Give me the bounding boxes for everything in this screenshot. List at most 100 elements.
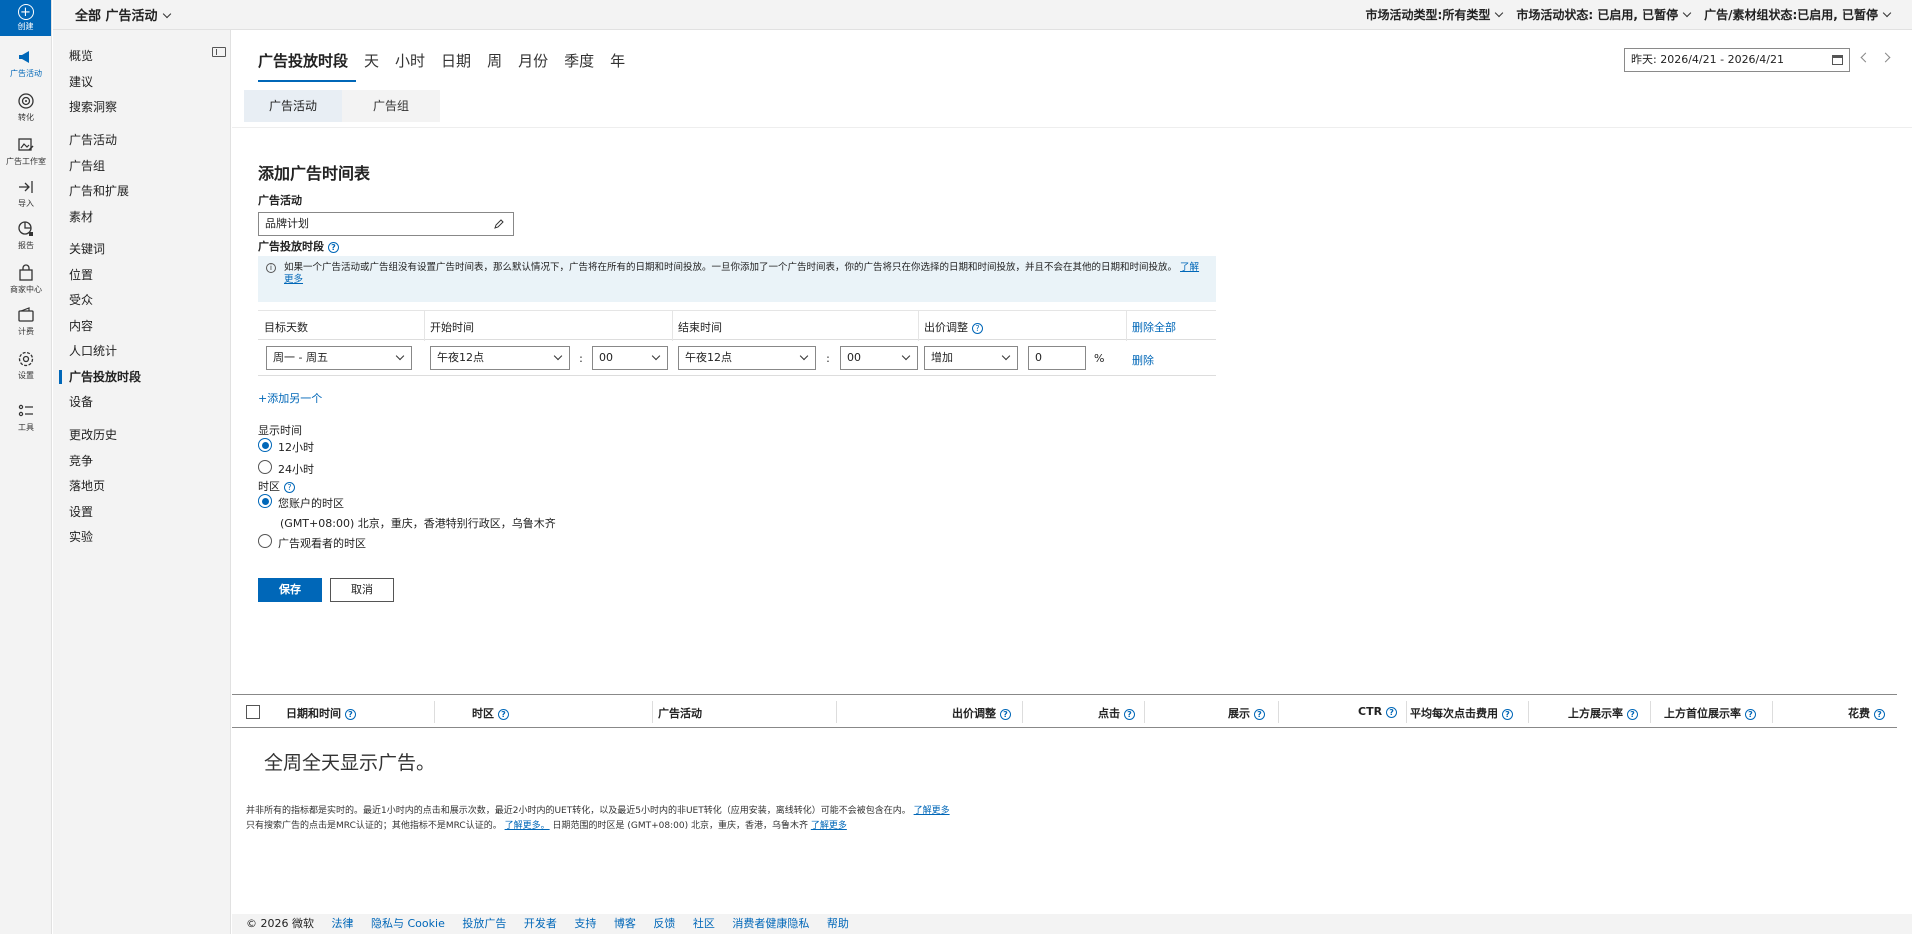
- save-button[interactable]: 保存: [258, 578, 322, 602]
- date-range-picker[interactable]: 昨天: 2026/4/21 - 2026/4/21: [1624, 48, 1850, 72]
- nav-item-ad-groups[interactable]: 广告组: [69, 156, 105, 176]
- footer-link-feedback[interactable]: 反馈: [653, 917, 675, 930]
- nav-item-content[interactable]: 内容: [69, 316, 93, 336]
- footer-link-developers[interactable]: 开发者: [524, 917, 557, 930]
- footer-link-health-privacy[interactable]: 消费者健康隐私: [732, 917, 809, 930]
- tab-month[interactable]: 月份: [510, 50, 556, 82]
- nav-item-demographics[interactable]: 人口统计: [69, 341, 117, 361]
- delete-row-link[interactable]: 删除: [1132, 352, 1154, 368]
- help-icon[interactable]: ?: [1627, 708, 1638, 720]
- delete-all-link[interactable]: 删除全部: [1132, 319, 1176, 335]
- radio-12h[interactable]: [258, 438, 272, 452]
- learn-more-link[interactable]: 了解更多: [914, 806, 950, 816]
- end-hour-select[interactable]: 午夜12点: [678, 346, 816, 370]
- end-minute-select[interactable]: 00: [840, 346, 918, 370]
- nav-item-competition[interactable]: 竞争: [69, 451, 93, 471]
- nav-item-keywords[interactable]: 关键词: [69, 239, 105, 259]
- radio-viewer-timezone[interactable]: [258, 534, 272, 548]
- filter-campaign-type[interactable]: 市场活动类型:所有类型: [1366, 6, 1504, 23]
- nav-item-landing-pages[interactable]: 落地页: [69, 476, 105, 496]
- rail-item-billing[interactable]: 计费: [0, 306, 52, 337]
- chevron-down-icon: [799, 351, 809, 361]
- footer-link-help[interactable]: 帮助: [827, 917, 849, 930]
- filter-adgroup-status[interactable]: 广告/素材组状态:已启用, 已暂停: [1704, 6, 1892, 23]
- tab-date[interactable]: 日期: [433, 50, 479, 82]
- footer-link-community[interactable]: 社区: [693, 917, 715, 930]
- nav-item-audiences[interactable]: 受众: [69, 290, 93, 310]
- campaign-field[interactable]: 品牌计划: [258, 212, 514, 236]
- nav-item-assets[interactable]: 素材: [69, 207, 93, 227]
- tab-day[interactable]: 天: [356, 50, 387, 82]
- nav-item-experiments[interactable]: 实验: [69, 527, 93, 547]
- help-icon[interactable]: ?: [345, 708, 356, 720]
- nav-item-devices[interactable]: 设备: [69, 392, 93, 412]
- filter-campaign-status[interactable]: 市场活动状态: 已启用, 已暂停: [1516, 6, 1692, 23]
- add-another-link[interactable]: +添加另一个: [258, 390, 322, 406]
- account-scope-selector[interactable]: 全部 广告活动: [75, 5, 171, 24]
- nav-item-overview[interactable]: 概览: [69, 46, 93, 66]
- footer-link-blog[interactable]: 博客: [614, 917, 636, 930]
- rail-item-campaigns[interactable]: 广告活动: [0, 48, 52, 79]
- start-minute-select[interactable]: 00: [592, 346, 668, 370]
- nav-item-ad-schedule[interactable]: 广告投放时段: [69, 367, 141, 387]
- rail-item-tools[interactable]: 工具: [0, 402, 52, 433]
- help-icon[interactable]: ?: [1254, 708, 1265, 720]
- help-icon[interactable]: ?: [1874, 708, 1885, 720]
- rail-item-merchant-center[interactable]: 商家中心: [0, 264, 52, 295]
- previous-period-icon[interactable]: [1860, 52, 1871, 63]
- help-icon[interactable]: ?: [1124, 708, 1135, 720]
- tab-quarter[interactable]: 季度: [556, 50, 602, 82]
- rail-item-conversions[interactable]: 转化: [0, 92, 52, 123]
- filter-bar: 市场活动类型:所有类型 市场活动状态: 已启用, 已暂停 广告/素材组状态:已启…: [1366, 6, 1892, 23]
- footer-link-advertise[interactable]: 投放广告: [462, 917, 506, 930]
- column-divider: [1772, 701, 1773, 723]
- footer-link-privacy[interactable]: 隐私与 Cookie: [371, 917, 445, 930]
- nav-item-ads-extensions[interactable]: 广告和扩展: [69, 181, 129, 201]
- adjust-type-select[interactable]: 增加: [924, 346, 1018, 370]
- rail-item-reports[interactable]: 报告: [0, 220, 52, 251]
- target-days-select[interactable]: 周一 - 周五: [266, 346, 412, 370]
- target-icon: [18, 93, 34, 109]
- help-icon[interactable]: ?: [1745, 708, 1756, 720]
- mrc-footnote: 只有搜索广告的点击是MRC认证的；其他指标不是MRC认证的。 了解更多。 日期范…: [246, 818, 847, 831]
- learn-more-link[interactable]: 了解更多。: [505, 821, 550, 831]
- rail-item-ad-studio[interactable]: 广告工作室: [0, 136, 52, 167]
- account-timezone-detail: (GMT+08:00) 北京，重庆，香港特别行政区，乌鲁木齐: [280, 517, 556, 530]
- create-button[interactable]: + 创建: [0, 0, 51, 36]
- help-icon[interactable]: ?: [1000, 708, 1011, 720]
- nav-item-settings[interactable]: 设置: [69, 502, 93, 522]
- help-icon[interactable]: ?: [284, 481, 295, 493]
- nav-item-search-insights[interactable]: 搜索洞察: [69, 97, 117, 117]
- tab-week[interactable]: 周: [479, 50, 510, 82]
- copyright: © 2026 微软: [246, 917, 314, 930]
- pencil-icon[interactable]: [493, 218, 505, 230]
- nav-item-campaigns[interactable]: 广告活动: [69, 130, 117, 150]
- nav-item-change-history[interactable]: 更改历史: [69, 425, 117, 445]
- tab-hour[interactable]: 小时: [387, 50, 433, 82]
- nav-item-recommendations[interactable]: 建议: [69, 72, 93, 92]
- help-icon[interactable]: ?: [1386, 706, 1398, 718]
- select-all-checkbox[interactable]: [246, 705, 260, 719]
- column-label: 平均每次点击费用: [1410, 707, 1498, 720]
- radio-account-timezone[interactable]: [258, 494, 272, 508]
- footer-link-support[interactable]: 支持: [574, 917, 596, 930]
- rail-item-settings[interactable]: 设置: [0, 350, 52, 381]
- tab-ad-schedule[interactable]: 广告投放时段: [258, 50, 357, 82]
- collapse-panel-icon[interactable]: [212, 47, 226, 57]
- subtab-ad-groups[interactable]: 广告组: [342, 90, 440, 122]
- help-icon[interactable]: ?: [972, 322, 983, 334]
- start-hour-select[interactable]: 午夜12点: [430, 346, 570, 370]
- subtab-campaigns[interactable]: 广告活动: [244, 90, 342, 122]
- footer-link-legal[interactable]: 法律: [332, 917, 354, 930]
- learn-more-link[interactable]: 了解更多: [811, 821, 847, 831]
- adjust-value-input[interactable]: 0: [1028, 346, 1086, 370]
- nav-item-locations[interactable]: 位置: [69, 265, 93, 285]
- help-icon[interactable]: ?: [1502, 708, 1513, 720]
- radio-24h[interactable]: [258, 460, 272, 474]
- help-icon[interactable]: ?: [328, 241, 339, 253]
- cancel-button[interactable]: 取消: [330, 578, 394, 602]
- help-icon[interactable]: ?: [498, 708, 509, 720]
- next-period-icon[interactable]: [1880, 52, 1891, 63]
- tab-year[interactable]: 年: [602, 50, 633, 82]
- rail-item-import[interactable]: 导入: [0, 178, 52, 209]
